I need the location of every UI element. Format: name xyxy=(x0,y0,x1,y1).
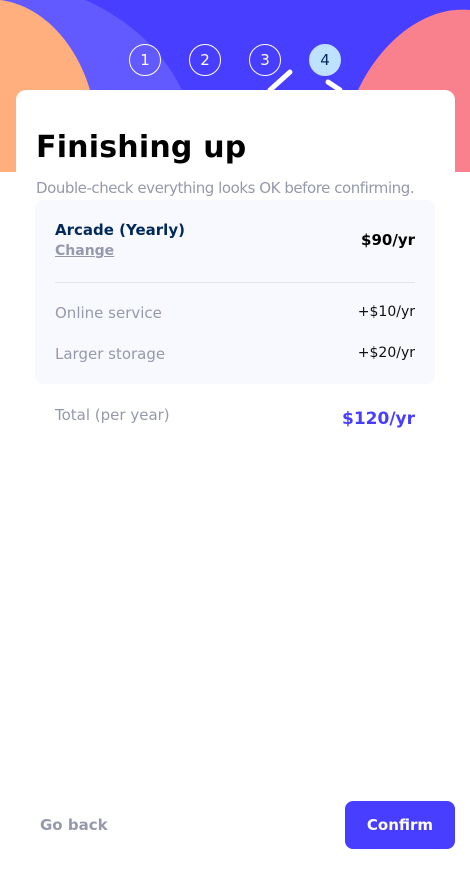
addon-row: Online service +$10/yr xyxy=(55,304,415,324)
page-subtitle: Double-check everything looks OK before … xyxy=(36,179,415,197)
addon-price: +$20/yr xyxy=(357,345,415,361)
addon-price: +$10/yr xyxy=(357,304,415,320)
page-title: Finishing up xyxy=(36,130,247,165)
addon-name: Larger storage xyxy=(55,345,166,363)
step-indicator: 1 2 3 4 xyxy=(0,44,470,76)
plan-price: $90/yr xyxy=(361,231,415,249)
order-summary: Arcade (Yearly) Change $90/yr Online ser… xyxy=(35,200,435,384)
step-3: 3 xyxy=(249,44,281,76)
plan-name: Arcade (Yearly) xyxy=(55,221,185,239)
confirm-button[interactable]: Confirm xyxy=(345,801,455,849)
change-plan-link[interactable]: Change xyxy=(55,243,114,259)
total-label: Total (per year) xyxy=(55,406,170,424)
step-4-active: 4 xyxy=(309,44,341,76)
form-footer: Go back Confirm xyxy=(0,800,470,850)
addon-name: Online service xyxy=(55,304,162,322)
go-back-button[interactable]: Go back xyxy=(40,816,108,834)
total-price: $120/yr xyxy=(342,409,415,429)
step-1: 1 xyxy=(129,44,161,76)
addon-row: Larger storage +$20/yr xyxy=(55,345,415,365)
step-2: 2 xyxy=(189,44,221,76)
summary-divider xyxy=(55,282,415,283)
